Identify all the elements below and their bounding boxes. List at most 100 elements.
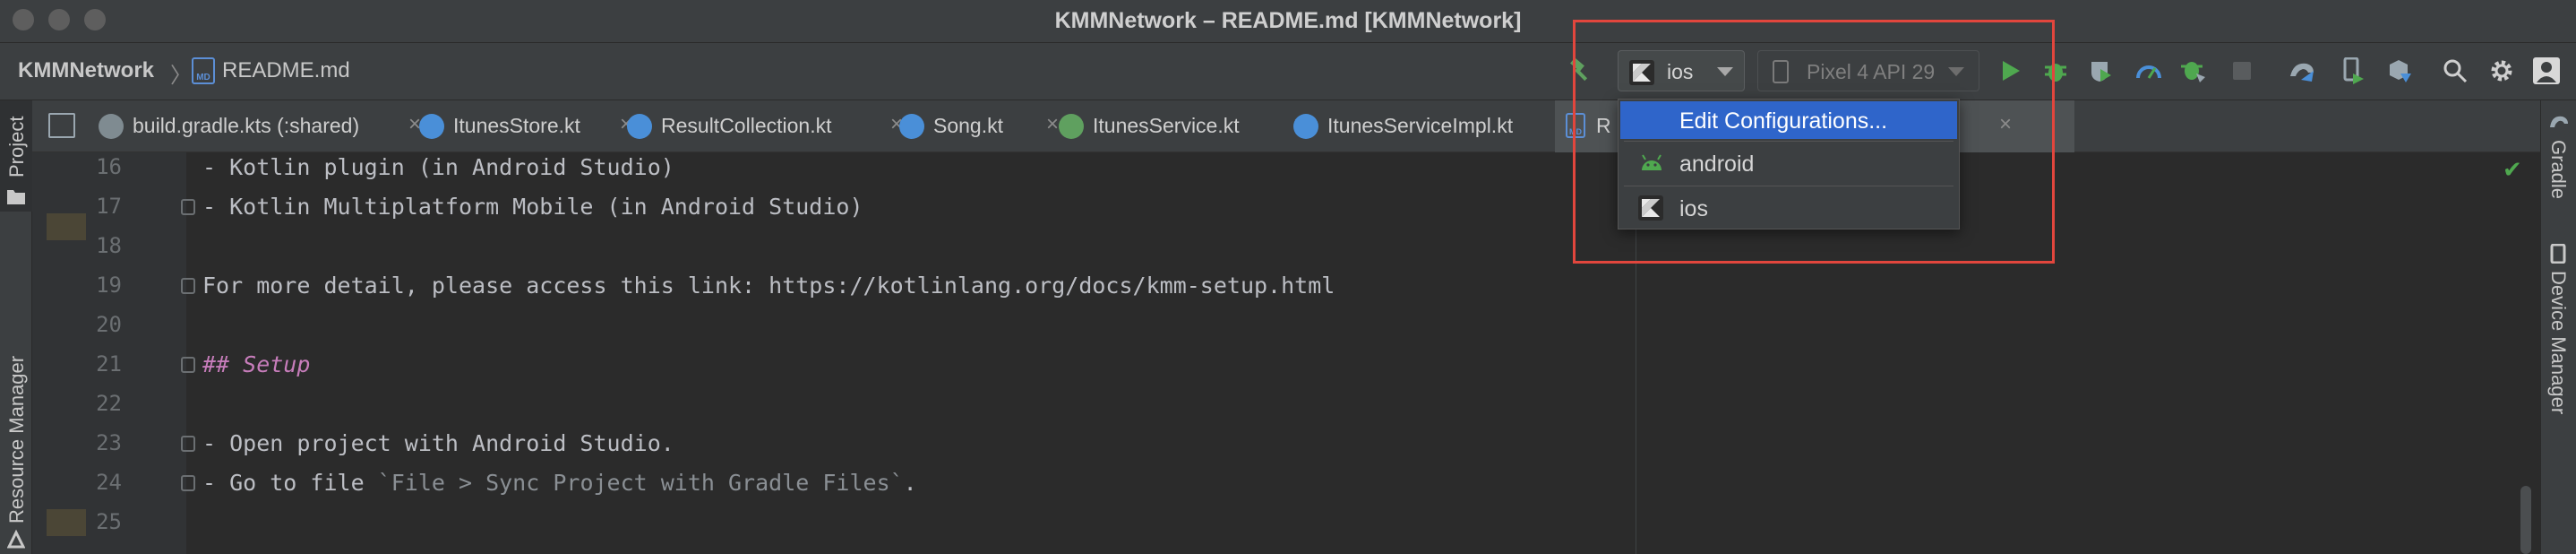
line-text-end: . xyxy=(903,470,917,496)
inspection-ok-icon[interactable]: ✔ xyxy=(2503,156,2522,184)
code-line: 25 xyxy=(0,509,2354,549)
tab-label: R xyxy=(1596,114,1611,137)
device-label: Pixel 4 API 29 xyxy=(1807,60,1936,83)
kotlin-interface-icon xyxy=(1059,114,1084,139)
tab-song[interactable]: Song.kt × xyxy=(899,100,1075,152)
code-line: 23 - Open project with Android Studio. xyxy=(0,430,2354,470)
close-icon[interactable]: × xyxy=(1046,112,1059,137)
android-icon xyxy=(1640,154,1663,177)
sdk-manager-icon[interactable] xyxy=(2384,56,2415,86)
tab-build-gradle[interactable]: build.gradle.kts (:shared) × xyxy=(99,100,439,152)
line-text: - Go to file `File > Sync Project with G… xyxy=(202,470,917,496)
code-line: 17 - Kotlin Multiplatform Mobile (in And… xyxy=(0,194,2354,233)
line-text: - Open project with Android Studio. xyxy=(202,430,674,456)
attach-debugger-icon[interactable] xyxy=(2178,56,2209,86)
close-icon[interactable]: × xyxy=(1999,112,2012,137)
window-title: KMMNetwork – README.md [KMMNetwork] xyxy=(1054,8,1522,33)
code-line: 18 xyxy=(0,233,2354,273)
markdown-file-icon: MD xyxy=(192,57,215,84)
fold-marker-icon[interactable] xyxy=(181,199,195,215)
structure-icon[interactable] xyxy=(48,113,75,138)
tab-itunes-service[interactable]: ItunesService.kt × xyxy=(1059,100,1320,152)
menu-item-label: Edit Configurations... xyxy=(1679,108,1888,134)
tab-label: Song.kt xyxy=(933,114,1003,137)
profile-icon[interactable] xyxy=(2134,56,2164,86)
breadcrumb-project[interactable]: KMMNetwork xyxy=(18,58,154,83)
fold-marker-icon[interactable] xyxy=(181,278,195,294)
search-icon[interactable] xyxy=(2440,56,2470,86)
line-number: 18 xyxy=(96,233,122,258)
gradle-elephant-icon xyxy=(2548,113,2570,135)
device-selector[interactable]: Pixel 4 API 29 xyxy=(1757,50,1979,91)
markdown-file-icon: MD xyxy=(1566,113,1585,138)
tab-label: ResultCollection.kt xyxy=(661,114,832,137)
editor-lines: 16 - Kotlin plugin (in Android Studio) 1… xyxy=(0,154,2540,554)
line-text: For more detail, please access this link… xyxy=(202,273,1335,299)
tab-label: ItunesStore.kt xyxy=(453,114,580,137)
kotlin-class-icon xyxy=(627,114,652,139)
line-text-start: - Go to file xyxy=(202,470,378,496)
line-number: 16 xyxy=(96,154,122,179)
tab-label: build.gradle.kts (:shared) xyxy=(133,114,360,137)
menu-item-label: ios xyxy=(1679,196,1708,221)
tab-label: ItunesServiceImpl.kt xyxy=(1327,114,1514,137)
stop-icon[interactable] xyxy=(2227,56,2257,86)
hammer-icon[interactable] xyxy=(1566,56,1596,86)
navigation-toolbar: KMMNetwork 〉 MD README.md ios Pixel 4 AP… xyxy=(0,43,2576,100)
phone-icon xyxy=(1773,60,1789,83)
debug-icon[interactable] xyxy=(2040,56,2071,86)
line-number: 19 xyxy=(96,273,122,298)
tab-result-collection[interactable]: ResultCollection.kt × xyxy=(627,100,921,152)
fold-marker-icon[interactable] xyxy=(181,475,195,491)
code-line: 24 - Go to file `File > Sync Project wit… xyxy=(0,470,2354,509)
line-number: 20 xyxy=(96,312,122,337)
device-manager-tool-window-button[interactable]: Device Manager xyxy=(2541,243,2576,450)
run-icon[interactable] xyxy=(1996,56,2026,86)
account-icon[interactable] xyxy=(2531,56,2562,86)
chevron-down-icon xyxy=(1948,67,1964,76)
device-manager-icon[interactable] xyxy=(2338,56,2368,86)
code-line: 22 xyxy=(0,391,2354,430)
kotlin-class-icon xyxy=(899,114,924,139)
fold-marker-icon[interactable] xyxy=(181,436,195,452)
code-line: 19 For more detail, please access this l… xyxy=(0,273,2354,312)
gradle-tool-window-button[interactable]: Gradle xyxy=(2541,113,2576,229)
line-text: - Kotlin Multiplatform Mobile (in Androi… xyxy=(202,194,863,220)
line-text: - Kotlin plugin (in Android Studio) xyxy=(202,154,674,180)
run-configuration-label: ios xyxy=(1667,60,1694,83)
gradle-tool-label: Gradle xyxy=(2547,140,2570,200)
settings-icon[interactable] xyxy=(2486,56,2517,86)
tab-itunes-store[interactable]: ItunesStore.kt × xyxy=(419,100,650,152)
gradle-file-icon xyxy=(99,114,124,139)
chevron-down-icon xyxy=(1717,67,1733,76)
editor-tab-bar: build.gradle.kts (:shared) × ItunesStore… xyxy=(32,100,2540,152)
menu-separator xyxy=(1624,141,1953,142)
title-bar: KMMNetwork – README.md [KMMNetwork] xyxy=(0,0,2576,43)
android-config-menu-item[interactable]: android xyxy=(1620,144,1957,182)
breadcrumb-file[interactable]: README.md xyxy=(222,58,350,83)
line-number: 22 xyxy=(96,391,122,416)
device-manager-tool-label: Device Manager xyxy=(2547,271,2570,415)
coverage-icon[interactable] xyxy=(2085,56,2116,86)
line-number: 23 xyxy=(96,430,122,455)
run-configuration-selector[interactable]: ios xyxy=(1618,50,1745,91)
tab-label: ItunesService.kt xyxy=(1093,114,1240,137)
gradle-sync-icon[interactable] xyxy=(2288,56,2318,86)
vertical-scrollbar[interactable] xyxy=(2520,486,2531,554)
line-number: 24 xyxy=(96,470,122,495)
line-number: 25 xyxy=(96,509,122,534)
kotlin-icon xyxy=(1629,60,1654,90)
line-number: 21 xyxy=(96,351,122,377)
device-manager-icon xyxy=(2550,243,2568,268)
kotlin-class-icon xyxy=(1293,114,1318,139)
code-line: 20 xyxy=(0,312,2354,351)
edit-configurations-menu-item[interactable]: Edit Configurations... xyxy=(1620,101,1957,139)
right-tool-strip: Gradle Device Manager xyxy=(2540,100,2576,554)
kotlin-class-icon xyxy=(419,114,444,139)
code-line: 16 - Kotlin plugin (in Android Studio) xyxy=(0,154,2354,194)
fold-marker-icon[interactable] xyxy=(181,357,195,373)
run-configuration-dropdown: Edit Configurations... android ios xyxy=(1618,99,1960,229)
breadcrumb-separator: 〉 xyxy=(170,64,192,88)
tab-itunes-service-impl[interactable]: ItunesServiceImpl.kt × xyxy=(1293,100,1582,152)
ios-config-menu-item[interactable]: ios xyxy=(1620,189,1957,227)
